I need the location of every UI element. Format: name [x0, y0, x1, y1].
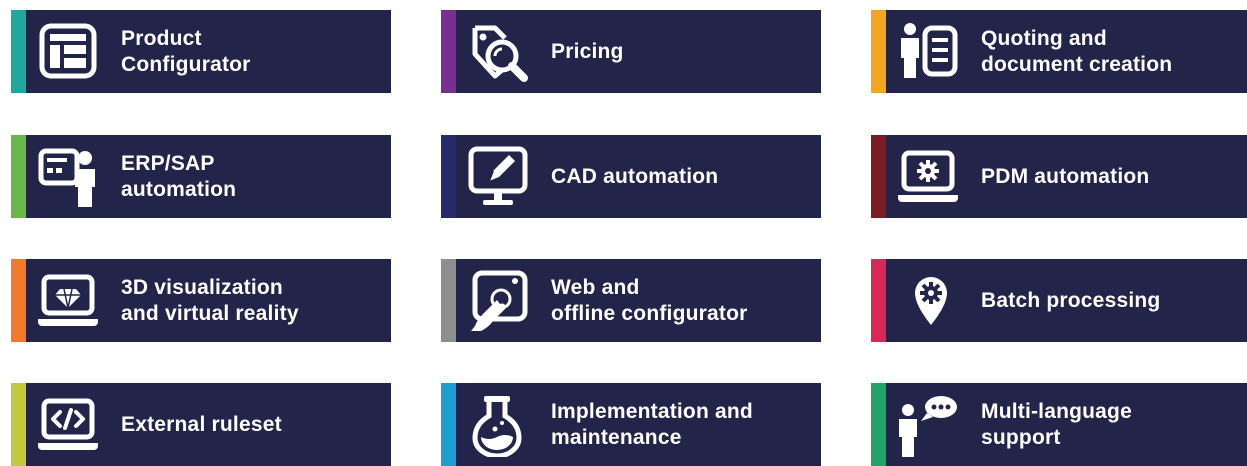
tile-label: Product Configurator — [121, 10, 379, 93]
person-speech-icon — [895, 393, 961, 457]
accent-bar — [871, 10, 886, 93]
tile-pdm[interactable]: PDM automation — [871, 135, 1247, 218]
label-line-2: document creation — [981, 52, 1173, 76]
accent-bar — [11, 259, 26, 342]
tile-label: External ruleset — [121, 383, 379, 466]
label-line-1: 3D visualization — [121, 275, 283, 299]
tile-label: Quoting and document creation — [981, 10, 1239, 93]
tile-label: 3D visualization and virtual reality — [121, 259, 379, 342]
laptop-gear-icon — [895, 145, 961, 209]
label-line-1: Batch processing — [981, 288, 1161, 312]
label-line-1: Multi-language — [981, 399, 1132, 423]
accent-bar — [871, 259, 886, 342]
configurator-window-icon — [35, 20, 101, 84]
monitor-pen-icon — [465, 145, 531, 209]
price-tag-search-icon — [465, 20, 531, 84]
label-line-2: Configurator — [121, 52, 251, 76]
tile-cad[interactable]: CAD automation — [441, 135, 821, 218]
tile-label: Multi-language support — [981, 383, 1239, 466]
accent-bar — [11, 135, 26, 218]
tile-label: Web and offline configurator — [551, 259, 809, 342]
tile-label: ERP/SAP automation — [121, 135, 379, 218]
accent-bar — [441, 383, 456, 466]
laptop-diamond-icon — [35, 269, 101, 333]
label-line-1: Product — [121, 26, 202, 50]
label-line-1: CAD automation — [551, 164, 719, 188]
flask-icon — [465, 393, 531, 457]
tile-implementation[interactable]: Implementation and maintenance — [441, 383, 821, 466]
accent-bar — [11, 383, 26, 466]
accent-bar — [11, 10, 26, 93]
tile-erp-sap[interactable]: ERP/SAP automation — [11, 135, 391, 218]
label-line-1: Web and — [551, 275, 640, 299]
tile-3d[interactable]: 3D visualization and virtual reality — [11, 259, 391, 342]
label-line-2: support — [981, 425, 1061, 449]
tile-external[interactable]: External ruleset — [11, 383, 391, 466]
tile-label: Pricing — [551, 10, 809, 93]
tile-label: CAD automation — [551, 135, 809, 218]
tile-batch[interactable]: Batch processing — [871, 259, 1247, 342]
label-line-2: and virtual reality — [121, 301, 299, 325]
label-line-2: maintenance — [551, 425, 682, 449]
presenter-screen-icon — [35, 145, 101, 209]
label-line-1: PDM automation — [981, 164, 1150, 188]
tile-pricing[interactable]: Pricing — [441, 10, 821, 93]
tile-label: Implementation and maintenance — [551, 383, 809, 466]
tile-web[interactable]: Web and offline configurator — [441, 259, 821, 342]
label-line-1: ERP/SAP — [121, 151, 215, 175]
label-line-2: automation — [121, 177, 237, 201]
tile-label: Batch processing — [981, 259, 1239, 342]
label-line-1: Implementation and — [551, 399, 753, 423]
label-line-1: External ruleset — [121, 412, 282, 436]
accent-bar — [441, 259, 456, 342]
touch-screen-icon — [465, 269, 531, 333]
accent-bar — [441, 135, 456, 218]
tile-label: PDM automation — [981, 135, 1239, 218]
accent-bar — [441, 10, 456, 93]
accent-bar — [871, 135, 886, 218]
tile-quoting[interactable]: Quoting and document creation — [871, 10, 1247, 93]
location-gear-icon — [895, 269, 961, 333]
person-document-icon — [895, 20, 961, 84]
label-line-2: offline configurator — [551, 301, 748, 325]
label-line-1: Quoting and — [981, 26, 1107, 50]
label-line-1: Pricing — [551, 39, 624, 63]
tile-product-configurator[interactable]: Product Configurator — [11, 10, 391, 93]
accent-bar — [871, 383, 886, 466]
code-laptop-icon — [35, 393, 101, 457]
tile-multilang[interactable]: Multi-language support — [871, 383, 1247, 466]
